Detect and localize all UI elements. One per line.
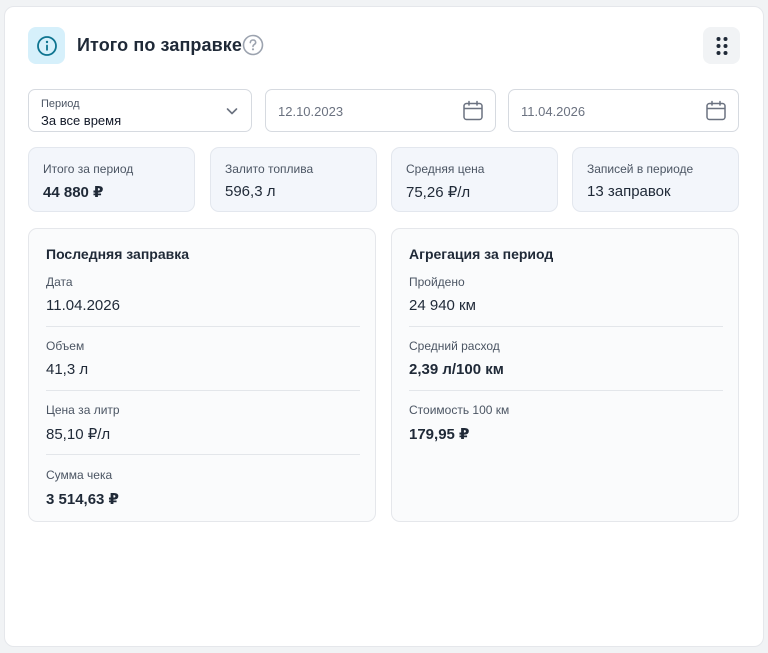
detail-label: Дата [46, 275, 73, 289]
detail-row: Объем 41,3 л [46, 339, 360, 378]
card-title: Последняя заправка [46, 246, 190, 262]
detail-value: 3 514,63 ₽ [46, 491, 119, 508]
detail-row: Средний расход 2,39 л/100 км [409, 339, 723, 378]
detail-row: Сумма чека 3 514,63 ₽ [46, 468, 360, 508]
menu-button[interactable] [703, 27, 740, 64]
detail-label: Стоимость 100 км [409, 403, 510, 417]
detail-label: Цена за литр [46, 403, 120, 417]
page-title: Итого по заправке [77, 35, 243, 55]
stat-value: 44 880 ₽ [43, 184, 104, 201]
last-refuel-card: Последняя заправка Дата 11.04.2026 Объем… [28, 228, 376, 522]
divider [46, 454, 360, 455]
stat-avg-price: Средняя цена 75,26 ₽/л [391, 147, 558, 212]
stat-records: Записей в периоде 13 заправок [572, 147, 739, 212]
calendar-icon[interactable] [705, 100, 727, 122]
stat-value: 75,26 ₽/л [406, 184, 471, 201]
divider [409, 390, 723, 391]
detail-value: 85,10 ₽/л [46, 426, 111, 443]
detail-row: Дата 11.04.2026 [46, 275, 360, 314]
date-to-value: 11.04.2026 [521, 104, 586, 119]
detail-value: 11.04.2026 [46, 297, 120, 314]
stat-value: 596,3 л [225, 183, 276, 200]
detail-value: 24 940 км [409, 297, 476, 314]
stat-label: Залито топлива [225, 162, 314, 176]
stat-value: 13 заправок [587, 183, 671, 200]
date-from-input[interactable]: 12.10.2023 [265, 89, 496, 132]
period-label: Период [41, 98, 80, 110]
chevron-down-icon [226, 108, 238, 115]
stat-label: Средняя цена [406, 162, 485, 176]
detail-row: Стоимость 100 км 179,95 ₽ [409, 403, 723, 443]
detail-label: Пройдено [409, 275, 465, 289]
stat-label: Записей в периоде [587, 162, 694, 176]
date-from-value: 12.10.2023 [278, 104, 344, 119]
divider [409, 326, 723, 327]
detail-value: 41,3 л [46, 361, 89, 378]
stat-total: Итого за период 44 880 ₽ [28, 147, 195, 212]
detail-label: Сумма чека [46, 468, 113, 482]
fuel-summary-panel: Итого по заправке Период За все время 12… [4, 6, 764, 647]
aggregation-card: Агрегация за период Пройдено 24 940 км С… [391, 228, 739, 522]
divider [46, 326, 360, 327]
period-select[interactable]: Период За все время [28, 89, 252, 132]
card-title: Агрегация за период [409, 246, 554, 262]
grip-dots-icon [716, 36, 727, 55]
divider [46, 390, 360, 391]
detail-row: Пройдено 24 940 км [409, 275, 723, 314]
detail-row: Цена за литр 85,10 ₽/л [46, 403, 360, 443]
stat-label: Итого за период [43, 162, 134, 176]
stat-fuel: Залито топлива 596,3 л [210, 147, 377, 212]
info-icon [28, 27, 65, 64]
calendar-icon[interactable] [462, 100, 484, 122]
detail-value: 2,39 л/100 км [409, 361, 504, 378]
detail-label: Средний расход [409, 339, 500, 353]
detail-label: Объем [46, 339, 85, 353]
help-circle-icon[interactable] [242, 34, 264, 56]
period-value: За все время [41, 113, 122, 128]
date-to-input[interactable]: 11.04.2026 [508, 89, 739, 132]
detail-value: 179,95 ₽ [409, 426, 470, 443]
